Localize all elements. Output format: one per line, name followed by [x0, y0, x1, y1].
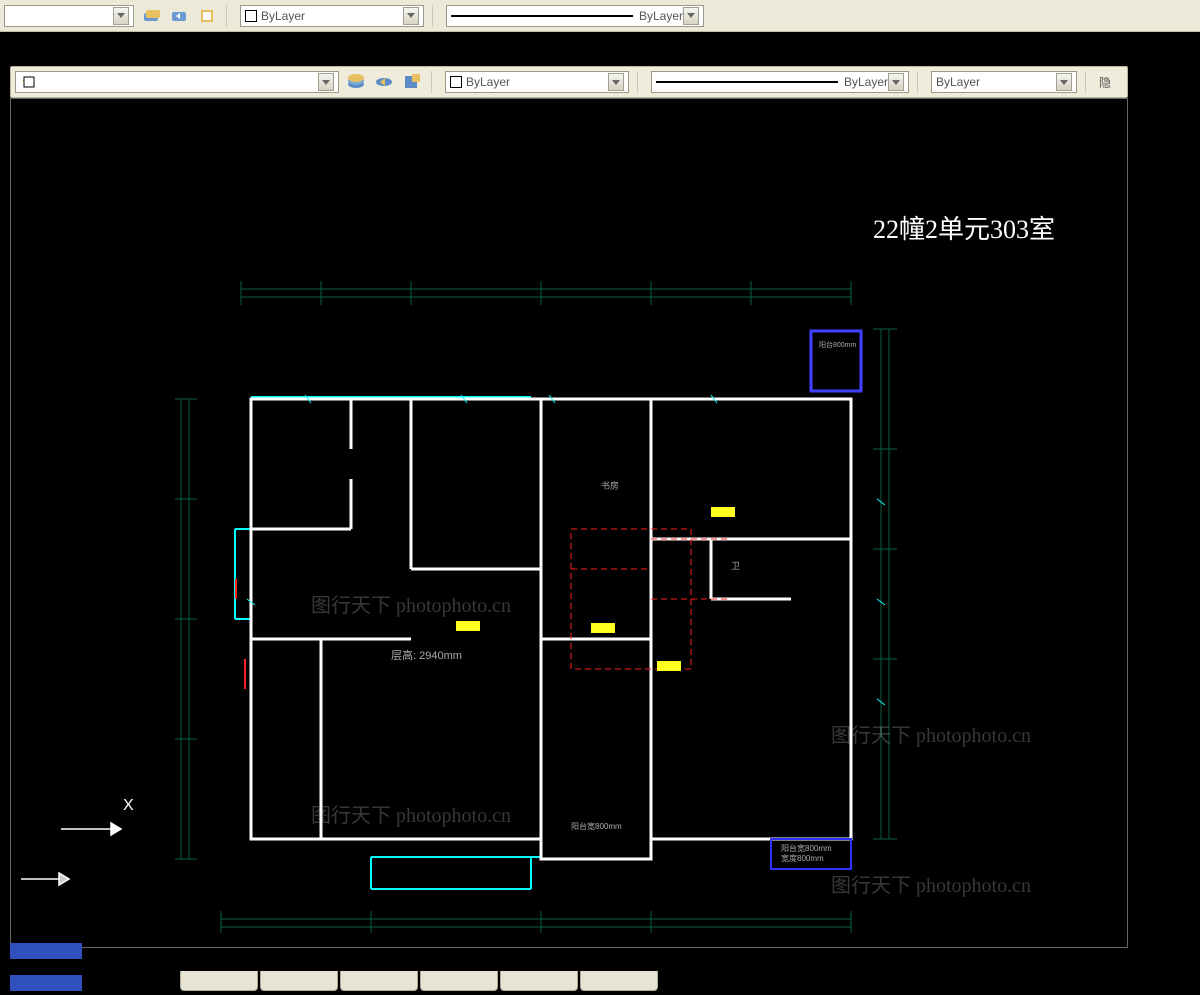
chevron-down-icon [403, 7, 419, 25]
extra-label: 隐 [1099, 74, 1111, 91]
layout-tab[interactable] [420, 971, 498, 991]
bg-dropdown-1[interactable] [4, 5, 134, 27]
layout-tab[interactable] [580, 971, 658, 991]
svg-text:卫: 卫 [731, 561, 740, 571]
line-sample-icon [451, 15, 633, 17]
bg-color-dropdown[interactable]: ByLayer [240, 5, 424, 27]
separator [1085, 71, 1091, 93]
area-label-text: 层高: 2940mm [391, 648, 462, 662]
svg-text:阳台800mm: 阳台800mm [819, 340, 857, 349]
background-toolbar: ByLayer ByLayer [0, 0, 1200, 32]
new-layer-icon[interactable] [401, 71, 423, 93]
separator [637, 71, 643, 93]
color-dropdown[interactable]: ByLayer [445, 71, 629, 93]
line-sample-icon [656, 81, 838, 83]
separator [917, 71, 923, 93]
status-highlight [10, 975, 82, 991]
layout-tab[interactable] [340, 971, 418, 991]
separator [226, 5, 232, 27]
status-highlight [10, 943, 82, 959]
foreground-toolbar: 0 ByLayer ByLayer ByLayer 隐 [10, 66, 1128, 98]
linetype-dropdown[interactable]: ByLayer [651, 71, 909, 93]
layer-color-icon [22, 75, 36, 89]
separator [431, 71, 437, 93]
layer-previous-icon[interactable] [168, 5, 190, 27]
svg-text:宽度800mm: 宽度800mm [781, 853, 824, 863]
chevron-down-icon [888, 73, 904, 91]
layer-manager-icon[interactable] [140, 5, 162, 27]
lineweight-dropdown[interactable]: ByLayer [931, 71, 1077, 93]
svg-text:书房: 书房 [601, 480, 619, 491]
color-swatch-icon [450, 76, 462, 88]
lineweight-label: ByLayer [936, 75, 980, 89]
chevron-down-icon [1056, 73, 1072, 91]
svg-text:阳台宽800mm: 阳台宽800mm [571, 821, 622, 831]
layout-tab[interactable] [180, 971, 258, 991]
layer-manager-icon[interactable] [345, 71, 367, 93]
layer-dropdown[interactable]: 0 [15, 71, 339, 93]
chevron-down-icon [608, 73, 624, 91]
chevron-down-icon [683, 7, 699, 25]
drawing-canvas[interactable]: 22幢2单元303室 [10, 98, 1128, 948]
ucs-x-label: X [123, 797, 134, 815]
bg-color-label: ByLayer [261, 9, 305, 23]
model-layout-tabs [180, 971, 658, 995]
layout-tab[interactable] [260, 971, 338, 991]
layer-states-icon[interactable] [196, 5, 218, 27]
layout-tab[interactable] [500, 971, 578, 991]
svg-text:阳台宽800mm: 阳台宽800mm [781, 843, 832, 853]
color-label: ByLayer [466, 75, 510, 89]
layer-previous-icon[interactable] [373, 71, 395, 93]
chevron-down-icon [113, 7, 129, 25]
bg-line-label: ByLayer [639, 9, 683, 23]
bg-line-dropdown[interactable]: ByLayer [446, 5, 704, 27]
chevron-down-icon [318, 73, 334, 91]
linetype-label: ByLayer [844, 75, 888, 89]
floor-plan-drawing: 层高: 2940mm 书房 卫 阳台宽800mm 阳台宽800mm 宽度800m… [11, 99, 1129, 949]
color-swatch-icon [245, 10, 257, 22]
separator [432, 5, 438, 27]
